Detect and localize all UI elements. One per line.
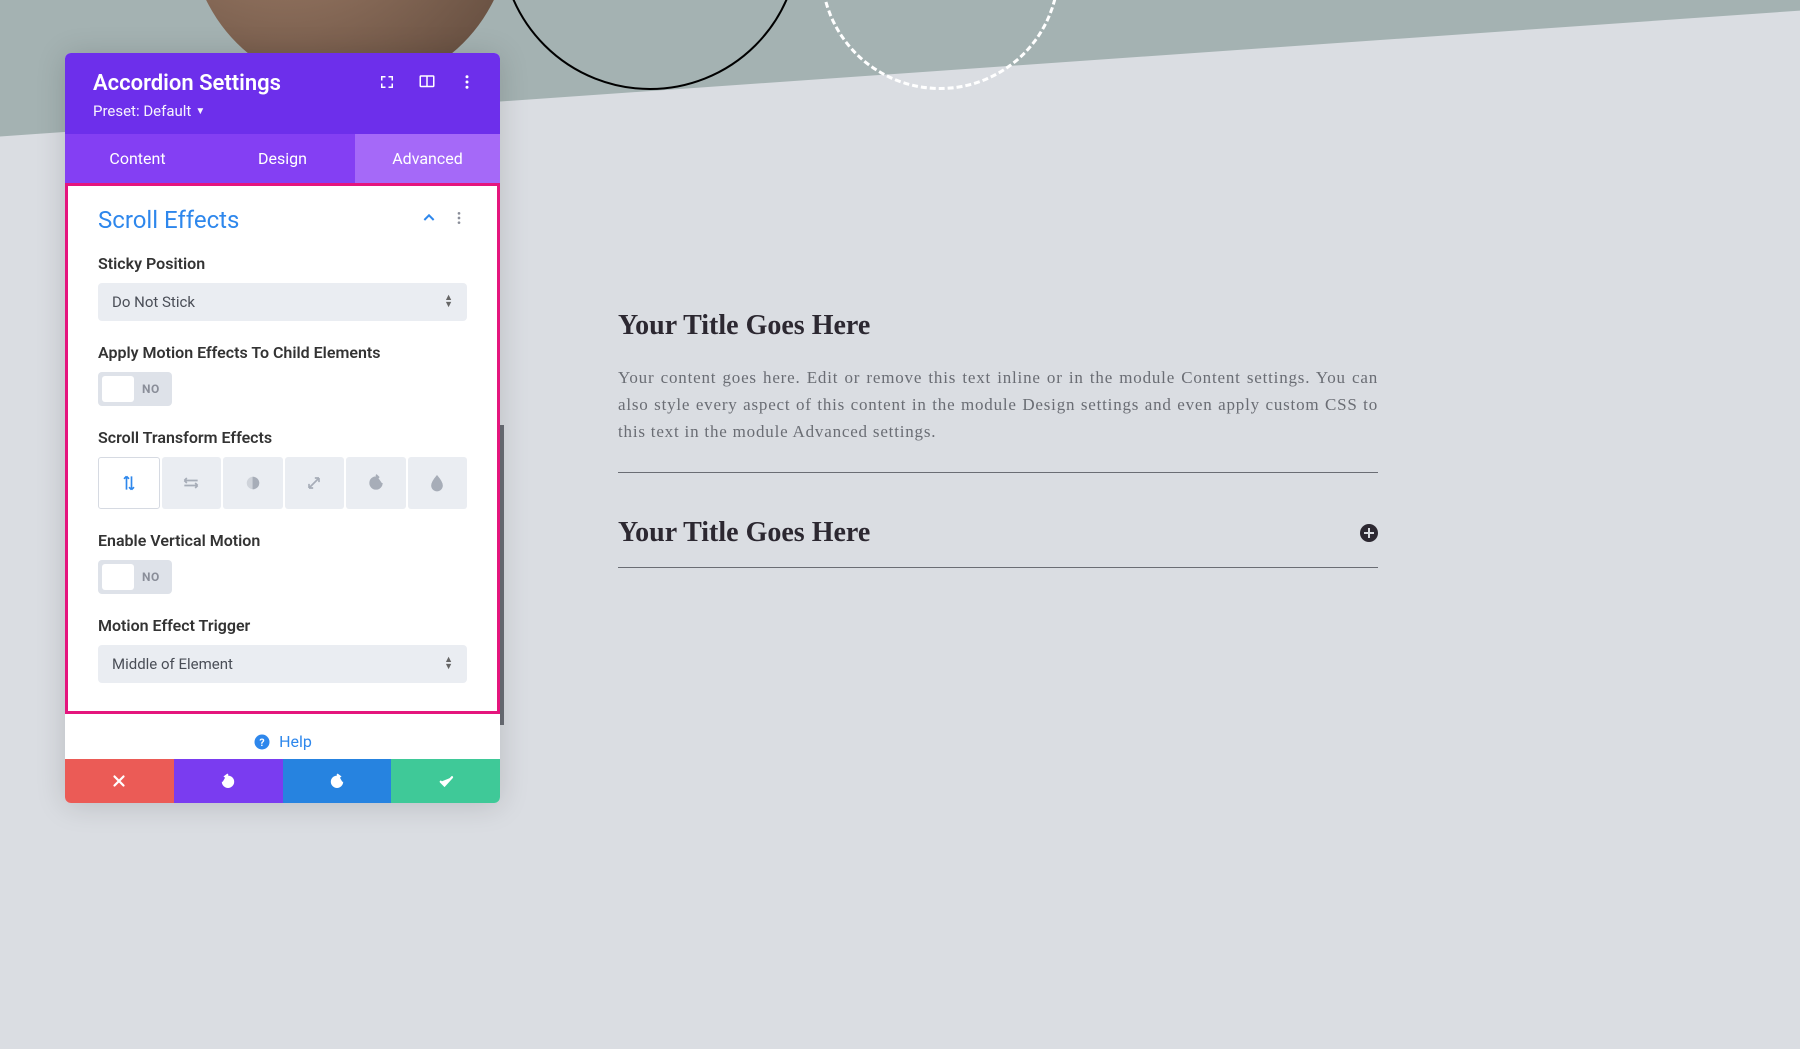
- redo-button[interactable]: [283, 759, 392, 803]
- effect-scale-button[interactable]: [285, 457, 345, 509]
- svg-text:?: ?: [259, 735, 264, 748]
- section-more-icon[interactable]: [451, 210, 467, 230]
- preview-area: Your Title Goes Here Your content goes h…: [618, 310, 1378, 568]
- accordion-body-1[interactable]: Your content goes here. Edit or remove t…: [618, 364, 1378, 446]
- effect-vertical-button[interactable]: [98, 457, 160, 509]
- toggle-handle: [102, 564, 134, 590]
- divider-2: [618, 567, 1378, 568]
- preset-label: Preset: Default: [93, 102, 191, 120]
- undo-button[interactable]: [174, 759, 283, 803]
- vertical-motion-value: NO: [142, 570, 160, 584]
- child-motion-value: NO: [142, 382, 160, 396]
- vertical-motion-toggle[interactable]: NO: [98, 560, 172, 594]
- effect-horizontal-button[interactable]: [162, 457, 222, 509]
- child-motion-label: Apply Motion Effects To Child Elements: [98, 343, 467, 362]
- tab-advanced[interactable]: Advanced: [355, 134, 500, 183]
- caret-down-icon: ▼: [195, 106, 205, 117]
- accordion-title-1[interactable]: Your Title Goes Here: [618, 310, 1378, 342]
- cancel-button[interactable]: [65, 759, 174, 803]
- trigger-label: Motion Effect Trigger: [98, 616, 467, 635]
- transform-effects-label: Scroll Transform Effects: [98, 428, 467, 447]
- select-arrows-icon: ▲▼: [444, 295, 453, 309]
- expand-icon[interactable]: [1360, 524, 1378, 542]
- tab-content[interactable]: Content: [65, 134, 210, 183]
- tab-design[interactable]: Design: [210, 134, 355, 183]
- more-icon[interactable]: [458, 73, 476, 95]
- select-arrows-icon: ▲▼: [444, 657, 453, 671]
- help-link[interactable]: ? Help: [65, 714, 500, 759]
- collapse-icon[interactable]: [421, 210, 437, 230]
- settings-panel: Accordion Settings Preset: Default ▼ Con…: [65, 53, 500, 803]
- trigger-value: Middle of Element: [112, 655, 233, 673]
- effect-blur-button[interactable]: [408, 457, 468, 509]
- accordion-title-2: Your Title Goes Here: [618, 517, 870, 549]
- sticky-position-select[interactable]: Do Not Stick ▲▼: [98, 283, 467, 321]
- panel-footer: [65, 759, 500, 803]
- help-label: Help: [279, 732, 312, 751]
- panel-tabs: Content Design Advanced: [65, 134, 500, 183]
- preset-dropdown[interactable]: Preset: Default ▼: [93, 102, 476, 120]
- panel-header: Accordion Settings Preset: Default ▼: [65, 53, 500, 134]
- sticky-position-value: Do Not Stick: [112, 293, 195, 311]
- expand-icon[interactable]: [378, 73, 396, 95]
- settings-body: Scroll Effects Sticky Position Do Not St…: [65, 183, 500, 714]
- transform-effects-row: [98, 457, 467, 509]
- child-motion-toggle[interactable]: NO: [98, 372, 172, 406]
- section-title: Scroll Effects: [98, 206, 239, 234]
- effect-rotate-button[interactable]: [346, 457, 406, 509]
- trigger-select[interactable]: Middle of Element ▲▼: [98, 645, 467, 683]
- responsive-icon[interactable]: [418, 73, 436, 95]
- save-button[interactable]: [391, 759, 500, 803]
- toggle-handle: [102, 376, 134, 402]
- sticky-position-label: Sticky Position: [98, 254, 467, 273]
- vertical-motion-label: Enable Vertical Motion: [98, 531, 467, 550]
- accordion-item-2[interactable]: Your Title Goes Here: [618, 473, 1378, 567]
- effect-fade-button[interactable]: [223, 457, 283, 509]
- panel-title: Accordion Settings: [93, 71, 281, 96]
